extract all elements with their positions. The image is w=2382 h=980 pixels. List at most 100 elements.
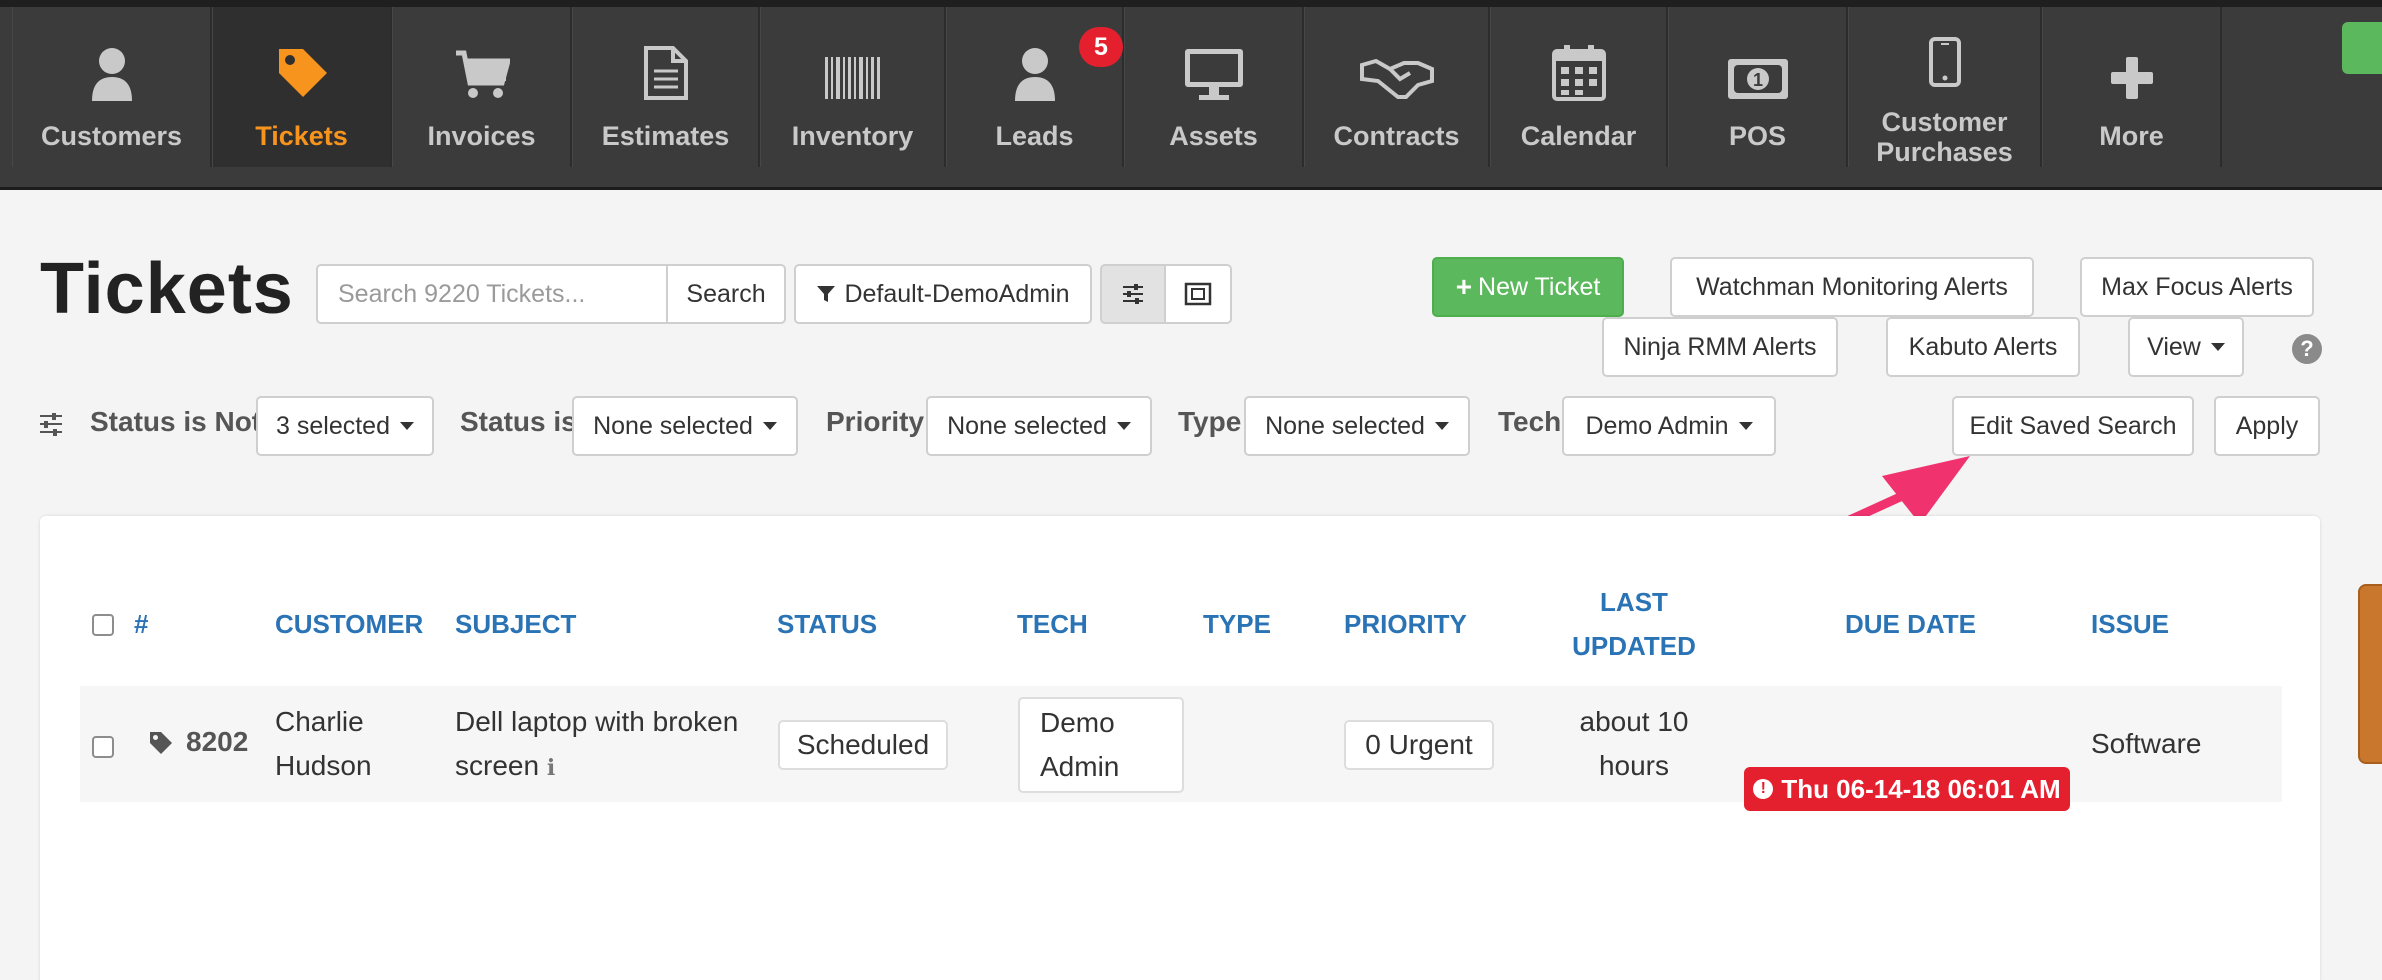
- kabuto-alerts-label: Kabuto Alerts: [1908, 332, 2058, 361]
- chevron-down-icon: [762, 422, 777, 430]
- view-dropdown[interactable]: View: [2128, 317, 2244, 377]
- plus-icon: +: [1455, 271, 1473, 302]
- kabuto-alerts-button[interactable]: Kabuto Alerts: [1886, 317, 2080, 377]
- tech-value: Demo Admin: [1585, 411, 1729, 440]
- leads-count-badge: 5: [1079, 27, 1123, 67]
- nav-customer-purchases[interactable]: Customer Purchases: [1848, 7, 2042, 167]
- money-icon: 1: [1726, 29, 1790, 101]
- status-is-dropdown[interactable]: None selected: [572, 396, 798, 456]
- nav-tickets[interactable]: Tickets: [212, 7, 392, 167]
- nav-pos[interactable]: 1 POS: [1668, 7, 1848, 167]
- status-not-value: 3 selected: [276, 411, 390, 440]
- customer-first-name: Charlie: [275, 706, 364, 737]
- calendar-icon: [1551, 29, 1606, 101]
- help-icon[interactable]: ?: [2292, 334, 2322, 364]
- select-all-checkbox[interactable]: [92, 614, 114, 636]
- feedback-side-tab[interactable]: [2358, 584, 2382, 764]
- max-focus-alerts-label: Max Focus Alerts: [2101, 272, 2293, 301]
- status-not-dropdown[interactable]: 3 selected: [256, 396, 434, 456]
- barcode-icon: [823, 29, 883, 101]
- search-input[interactable]: [316, 264, 668, 324]
- tag-icon: [150, 732, 172, 754]
- nav-calendar[interactable]: Calendar: [1490, 7, 1668, 167]
- info-icon[interactable]: i: [547, 755, 555, 781]
- sliders-icon: [1123, 284, 1143, 304]
- ticket-tech[interactable]: Demo Admin: [1018, 697, 1184, 793]
- column-header-issue[interactable]: ISSUE: [2091, 602, 2169, 646]
- search-button[interactable]: Search: [666, 264, 786, 324]
- row-checkbox[interactable]: [92, 736, 114, 758]
- ticket-subject[interactable]: Dell laptop with broken screen i: [455, 700, 738, 790]
- last-updated-header-line2: UPDATED: [1572, 631, 1696, 661]
- fullscreen-toggle[interactable]: [1164, 264, 1232, 324]
- column-header-type[interactable]: TYPE: [1203, 602, 1271, 646]
- monitor-icon: [1183, 29, 1245, 101]
- alert-circle-icon: !: [1753, 779, 1774, 799]
- status-not-label: Status is Not: [90, 406, 262, 437]
- type-value: None selected: [1265, 411, 1425, 440]
- expand-icon: [1184, 282, 1212, 306]
- tech-first-name: Demo: [1040, 707, 1115, 738]
- ninja-rmm-alerts-button[interactable]: Ninja RMM Alerts: [1602, 317, 1838, 377]
- edit-saved-search-label: Edit Saved Search: [1969, 411, 2177, 440]
- max-focus-alerts-button[interactable]: Max Focus Alerts: [2080, 257, 2314, 317]
- last-updated-line1: about 10: [1579, 706, 1689, 737]
- green-side-tab[interactable]: [2342, 22, 2382, 74]
- ticket-status-label: Scheduled: [796, 729, 930, 760]
- nav-customers[interactable]: Customers: [12, 7, 212, 167]
- apply-label: Apply: [2235, 411, 2299, 440]
- plus-icon: [2109, 29, 2155, 101]
- new-ticket-button[interactable]: + New Ticket: [1432, 257, 1624, 317]
- nav-assets[interactable]: Assets: [1124, 7, 1304, 167]
- ticket-number[interactable]: 8202: [186, 720, 248, 764]
- status-is-value: None selected: [593, 411, 753, 440]
- nav-estimates[interactable]: Estimates: [572, 7, 760, 167]
- user-icon: [90, 29, 134, 101]
- column-header-last-updated[interactable]: LAST UPDATED: [1572, 580, 1696, 668]
- saved-search-label: Default-DemoAdmin: [844, 279, 1070, 308]
- subject-line2: screen: [455, 750, 540, 781]
- priority-value: None selected: [947, 411, 1107, 440]
- nav-invoices[interactable]: Invoices: [392, 7, 572, 167]
- handshake-icon: [1359, 29, 1434, 101]
- cart-icon: [454, 29, 510, 101]
- type-dropdown[interactable]: None selected: [1244, 396, 1470, 456]
- ticket-status[interactable]: Scheduled: [778, 720, 948, 770]
- filter-settings-toggle[interactable]: [1100, 264, 1166, 324]
- ticket-due-date-badge: ! Thu 06-14-18 06:01 AM: [1744, 767, 2070, 811]
- ticket-priority[interactable]: 0 Urgent: [1344, 720, 1494, 770]
- tag-icon: [275, 29, 329, 101]
- user-icon: [1013, 29, 1057, 101]
- priority-label: Priority: [826, 406, 925, 437]
- chevron-down-icon: [2210, 343, 2225, 351]
- ticket-customer[interactable]: Charlie Hudson: [275, 700, 372, 788]
- column-header-tech[interactable]: TECH: [1017, 602, 1088, 646]
- column-header-customer[interactable]: CUSTOMER: [275, 602, 423, 646]
- chevron-down-icon: [1434, 422, 1449, 430]
- last-updated-line2: hours: [1598, 750, 1670, 781]
- last-updated-header-line1: LAST: [1600, 587, 1668, 617]
- watchman-alerts-button[interactable]: Watchman Monitoring Alerts: [1670, 257, 2034, 317]
- view-dropdown-label: View: [2147, 332, 2201, 361]
- nav-inventory[interactable]: Inventory: [760, 7, 946, 167]
- column-header-subject[interactable]: SUBJECT: [455, 602, 576, 646]
- column-header-number[interactable]: #: [134, 602, 148, 646]
- column-header-due-date[interactable]: DUE DATE: [1845, 602, 1976, 646]
- nav-leads[interactable]: Leads 5: [946, 7, 1124, 167]
- due-date-label: Thu 06-14-18 06:01 AM: [1781, 773, 2061, 804]
- tech-dropdown[interactable]: Demo Admin: [1562, 396, 1776, 456]
- tech-last-name: Admin: [1040, 751, 1120, 782]
- column-header-status[interactable]: STATUS: [777, 602, 877, 646]
- saved-search-filter-button[interactable]: Default-DemoAdmin: [794, 264, 1092, 324]
- nav-more[interactable]: More: [2042, 7, 2222, 167]
- priority-dropdown[interactable]: None selected: [926, 396, 1152, 456]
- ninja-rmm-alerts-label: Ninja RMM Alerts: [1623, 332, 1817, 361]
- nav-contracts[interactable]: Contracts: [1304, 7, 1490, 167]
- ticket-priority-label: 0 Urgent: [1365, 729, 1473, 760]
- document-icon: [643, 29, 689, 101]
- top-navigation: Customers Tickets Invoices Estimates Inv…: [0, 0, 2382, 190]
- column-header-priority[interactable]: PRIORITY: [1344, 602, 1467, 646]
- subject-line1: Dell laptop with broken: [455, 706, 739, 737]
- svg-text:1: 1: [1752, 70, 1762, 90]
- apply-button[interactable]: Apply: [2214, 396, 2320, 456]
